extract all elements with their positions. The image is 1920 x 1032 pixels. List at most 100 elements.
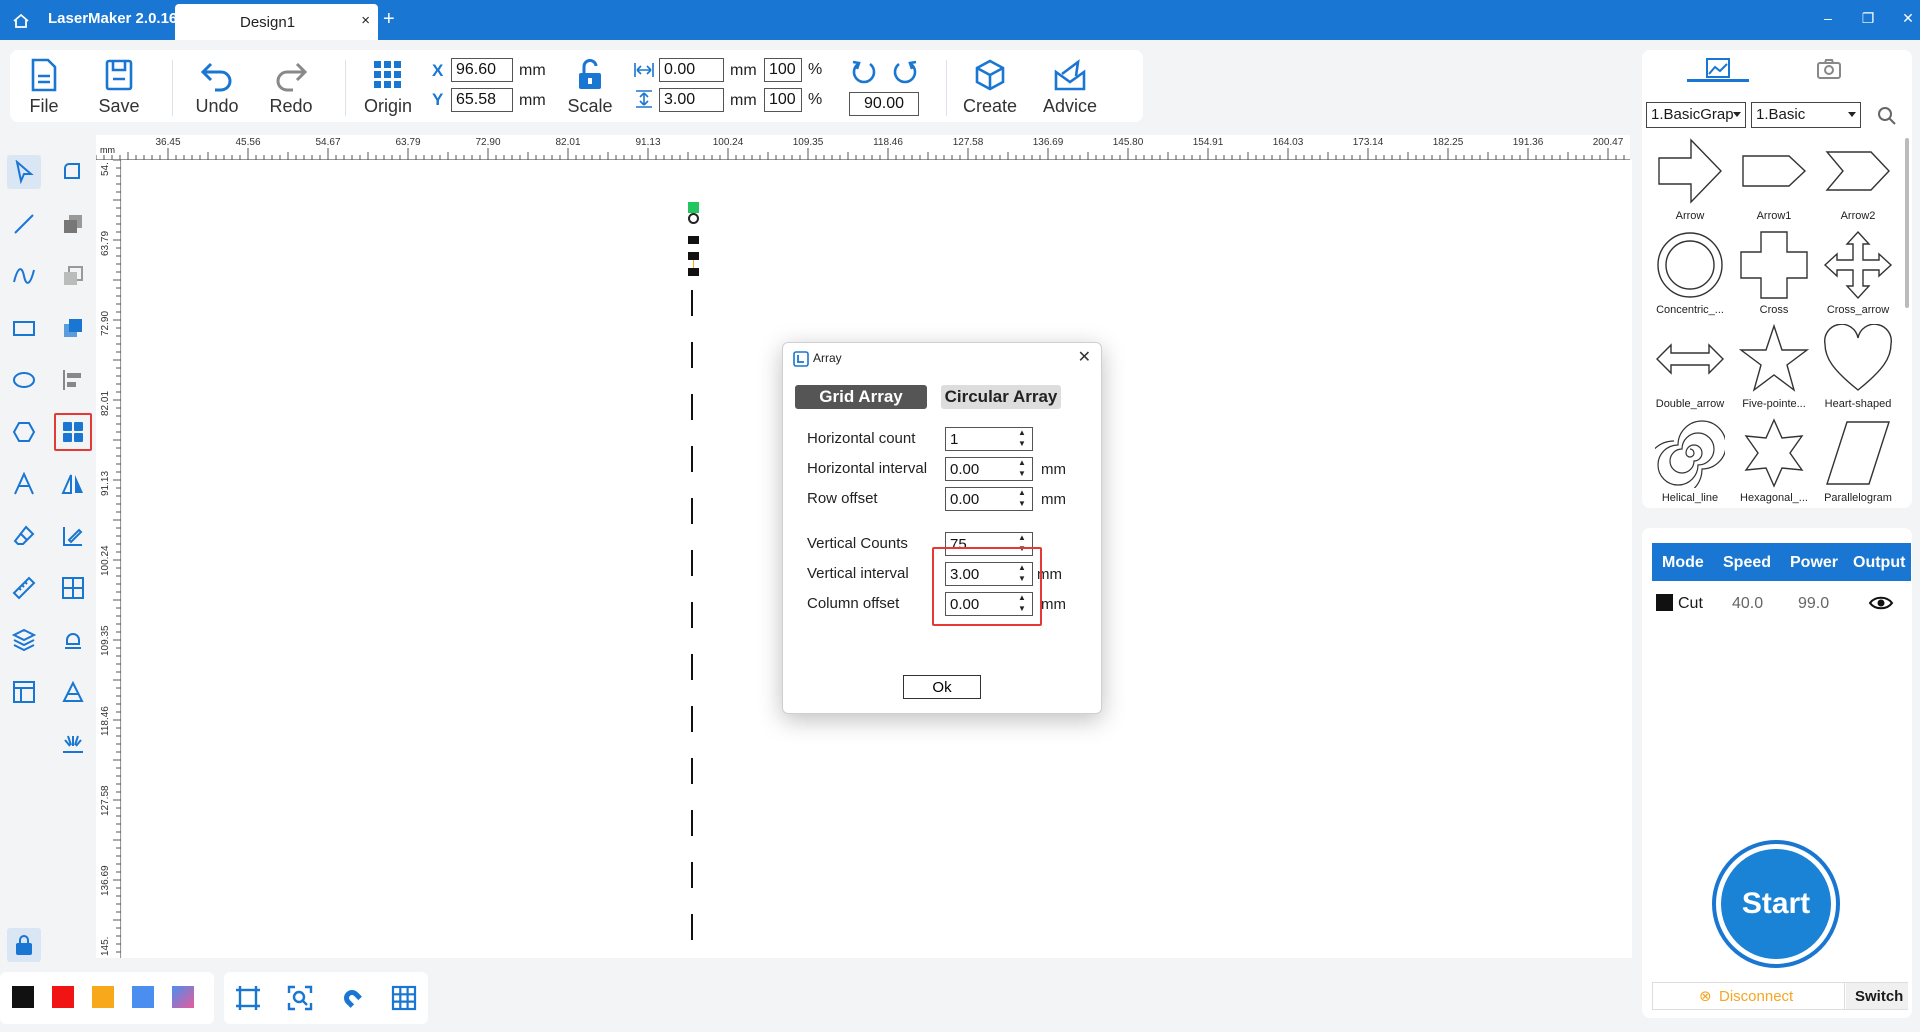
disconnect-button[interactable]: ⊗ Disconnect — [1653, 983, 1845, 1009]
line-tool[interactable] — [7, 207, 41, 241]
curve-tool[interactable] — [7, 259, 41, 293]
create-button[interactable]: Create — [955, 58, 1025, 117]
shape-arrow2[interactable]: Arrow2 — [1816, 136, 1900, 228]
shape-arrow1[interactable]: Arrow1 — [1732, 136, 1816, 228]
align-tool[interactable] — [56, 363, 90, 397]
swatch-gradient[interactable] — [172, 986, 194, 1008]
start-button[interactable]: Start — [1721, 849, 1831, 959]
shape-list-scrollbar[interactable] — [1905, 138, 1909, 308]
shape-arrow[interactable]: Arrow — [1648, 136, 1732, 228]
ellipse-tool[interactable] — [7, 363, 41, 397]
polygon-tool[interactable] — [7, 415, 41, 449]
eye-icon[interactable] — [1868, 594, 1894, 612]
pivot-handle[interactable] — [688, 213, 699, 224]
redo-button[interactable]: Redo — [256, 58, 326, 117]
tab-design1[interactable]: Design1 × — [175, 4, 378, 40]
stamp-tool[interactable] — [56, 623, 90, 657]
switch-button[interactable]: Switch — [1846, 983, 1908, 1009]
shape-subcategory-select[interactable]: 1.Basic — [1751, 102, 1861, 128]
mirror-tool[interactable] — [56, 467, 90, 501]
layers-tool[interactable] — [7, 623, 41, 657]
swatch-orange[interactable] — [92, 986, 114, 1008]
fit-canvas-icon[interactable] — [234, 984, 262, 1012]
shape-parallelogram[interactable]: Parallelogram — [1816, 418, 1900, 510]
resize-handle-middle[interactable] — [688, 252, 699, 260]
dashed-line-shape[interactable] — [682, 290, 702, 950]
text-tool[interactable] — [7, 467, 41, 501]
boolean-tool[interactable] — [56, 311, 90, 345]
rotate-ccw-icon[interactable] — [850, 58, 880, 88]
shape-cross[interactable]: Cross — [1732, 230, 1816, 322]
shape-cross-arrow[interactable]: Cross_arrow — [1816, 230, 1900, 322]
shape-five-pointed-star[interactable]: Five-pointe... — [1732, 324, 1816, 416]
undo-button[interactable]: Undo — [182, 58, 252, 117]
y-position-input[interactable] — [451, 88, 513, 112]
width-percent-input[interactable] — [764, 58, 802, 82]
width-input[interactable] — [659, 58, 724, 82]
resize-handle-bottom[interactable] — [688, 268, 699, 276]
layer-mode: Cut — [1678, 595, 1703, 612]
shape-double-arrow[interactable]: Double_arrow — [1648, 324, 1732, 416]
undo-label: Undo — [195, 96, 239, 116]
height-percent-input[interactable] — [764, 88, 802, 112]
eraser-tool[interactable] — [7, 519, 41, 553]
shape-hexagonal-star[interactable]: Hexagonal_... — [1732, 418, 1816, 510]
close-window-button[interactable]: ✕ — [1898, 10, 1918, 27]
weld-tool[interactable] — [56, 259, 90, 293]
zoom-fit-icon[interactable] — [286, 984, 314, 1012]
node-edit-tool[interactable] — [56, 155, 90, 189]
ruler-label: 118.46 — [100, 706, 111, 736]
grid-split-tool[interactable] — [56, 571, 90, 605]
swatch-red[interactable] — [52, 986, 74, 1008]
layout-tool[interactable] — [7, 675, 41, 709]
path-tool[interactable] — [56, 675, 90, 709]
origin-button[interactable]: Origin — [353, 58, 423, 117]
horizontal-count-stepper[interactable]: ▲ ▼ — [1015, 427, 1029, 451]
search-icon[interactable] — [1877, 106, 1897, 126]
swatch-blue[interactable] — [132, 986, 154, 1008]
horizontal-ruler: mm 36.45 45.56 54.67 63.79 72.90 82.01 9… — [96, 135, 1630, 160]
save-button[interactable]: Save — [84, 58, 154, 117]
pen-edit-tool[interactable] — [56, 519, 90, 553]
shape-heart[interactable]: Heart-shaped — [1816, 324, 1900, 416]
rotation-handle[interactable] — [688, 202, 699, 213]
select-tool[interactable] — [7, 155, 41, 189]
ok-button[interactable]: Ok — [903, 675, 981, 699]
effects-tool[interactable] — [56, 727, 90, 761]
shape-helical-line[interactable]: Helical_line — [1648, 418, 1732, 510]
toolbar-divider — [172, 60, 173, 116]
shape-concentric[interactable]: Concentric_... — [1648, 230, 1732, 322]
shape-category-select[interactable]: 1.BasicGrap — [1646, 102, 1746, 128]
tab-grid-array[interactable]: Grid Array — [795, 385, 927, 409]
table-row[interactable]: Cut 40.0 99.0 — [1652, 588, 1911, 618]
grid-icon[interactable] — [390, 984, 418, 1012]
combine-tool[interactable] — [56, 207, 90, 241]
ruler-label: 136.69 — [100, 865, 111, 896]
file-button[interactable]: File — [9, 58, 79, 117]
maximize-button[interactable]: ❐ — [1858, 10, 1878, 27]
close-icon[interactable]: ✕ — [1078, 347, 1091, 367]
new-tab-button[interactable]: + — [383, 8, 395, 31]
ruler-label: 54.67 — [315, 137, 341, 148]
camera-icon[interactable] — [1814, 56, 1844, 82]
rotate-cw-icon[interactable] — [889, 58, 919, 88]
horizontal-interval-stepper[interactable]: ▲ ▼ — [1015, 457, 1029, 481]
tab-close-button[interactable]: × — [361, 12, 370, 29]
rectangle-tool[interactable] — [7, 311, 41, 345]
advice-button[interactable]: Advice — [1035, 58, 1105, 117]
home-icon[interactable] — [12, 12, 30, 30]
measure-tool[interactable] — [7, 571, 41, 605]
height-input[interactable] — [659, 88, 724, 112]
rotation-input[interactable] — [849, 92, 919, 116]
y-unit: mm — [519, 92, 546, 109]
array-tool[interactable] — [54, 413, 92, 451]
magnet-icon[interactable] — [338, 984, 366, 1012]
x-position-input[interactable] — [451, 58, 513, 82]
swatch-black[interactable] — [12, 986, 34, 1008]
lock-button[interactable] — [7, 928, 41, 962]
resize-handle-top[interactable] — [688, 236, 699, 244]
tab-circular-array[interactable]: Circular Array — [941, 385, 1061, 409]
scale-lock-button[interactable]: Scale — [555, 58, 625, 117]
minimize-button[interactable]: – — [1818, 10, 1838, 26]
row-offset-stepper[interactable]: ▲ ▼ — [1015, 487, 1029, 511]
